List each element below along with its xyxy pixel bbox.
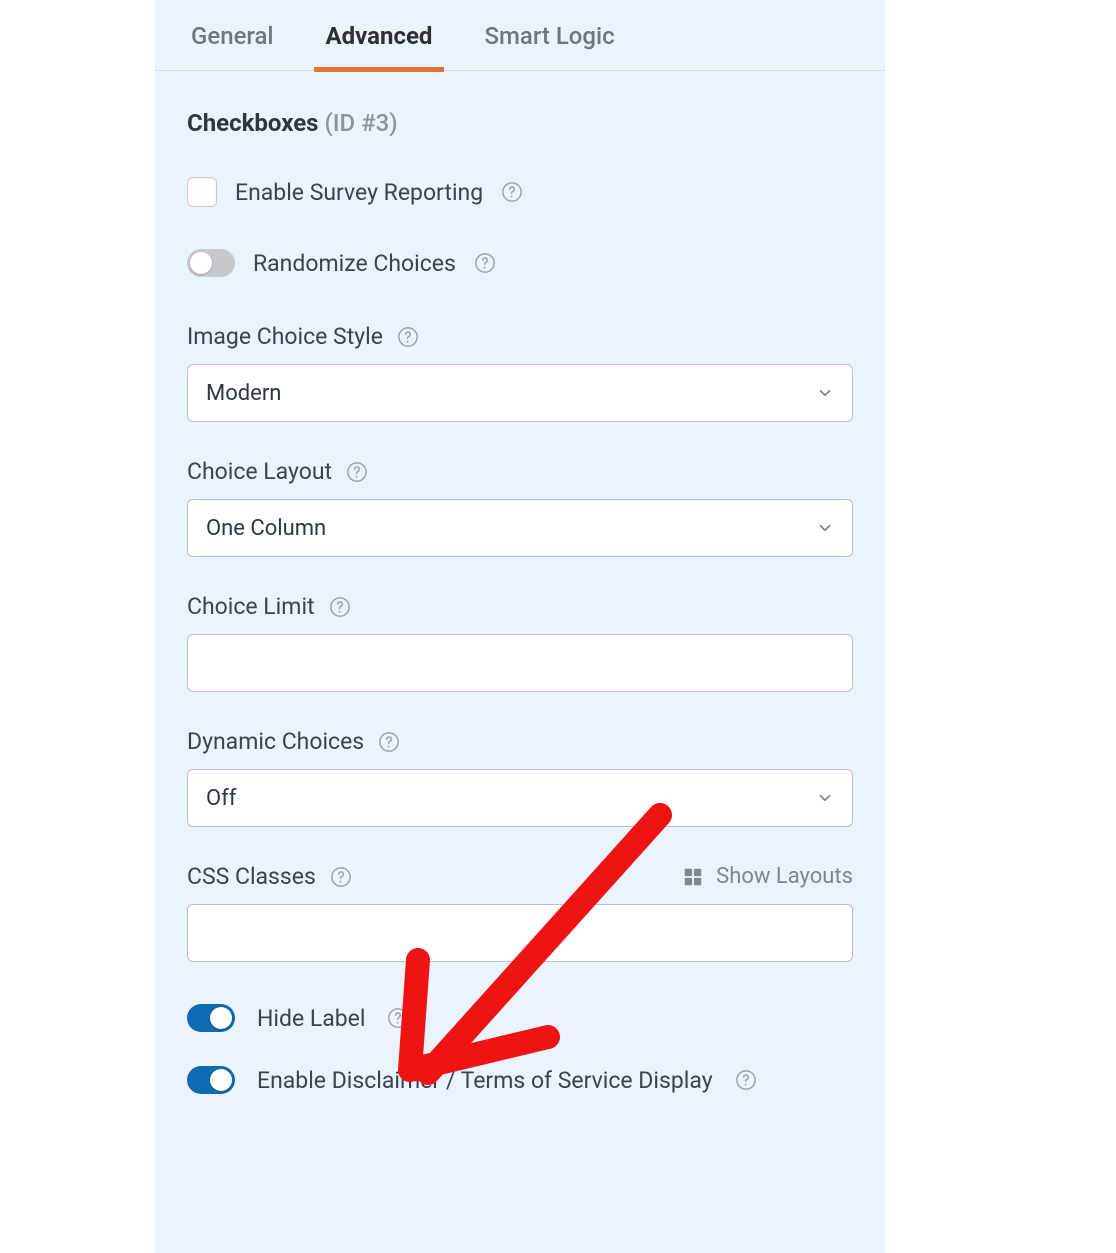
- tabs: General Advanced Smart Logic: [155, 0, 885, 71]
- tab-content: Checkboxes (ID #3) Enable Survey Reporti…: [155, 71, 885, 1168]
- question-circle-icon[interactable]: [397, 326, 419, 348]
- choice-limit-label: Choice Limit: [187, 593, 315, 620]
- image-choice-style-value: Modern: [206, 381, 281, 406]
- chevron-down-icon: [816, 519, 834, 537]
- image-choice-style-select[interactable]: Modern: [187, 364, 853, 422]
- tab-smart-logic[interactable]: Smart Logic: [480, 0, 618, 70]
- enable-survey-reporting-label: Enable Survey Reporting: [235, 179, 483, 206]
- field-id: (ID #3): [324, 109, 397, 137]
- group-image-choice-style: Image Choice Style Modern: [187, 323, 853, 422]
- question-circle-icon[interactable]: [474, 252, 496, 274]
- option-enable-disclaimer: Enable Disclaimer / Terms of Service Dis…: [187, 1066, 853, 1094]
- settings-panel: General Advanced Smart Logic Checkboxes …: [155, 0, 885, 1253]
- question-circle-icon[interactable]: [346, 461, 368, 483]
- field-header: Checkboxes (ID #3): [187, 109, 853, 137]
- group-dynamic-choices: Dynamic Choices Off: [187, 728, 853, 827]
- chevron-down-icon: [816, 384, 834, 402]
- dynamic-choices-value: Off: [206, 786, 236, 811]
- group-css-classes: CSS Classes Show Layouts: [187, 863, 853, 962]
- question-circle-icon[interactable]: [378, 731, 400, 753]
- enable-survey-reporting-checkbox[interactable]: [187, 177, 217, 207]
- enable-disclaimer-toggle[interactable]: [187, 1066, 235, 1094]
- question-circle-icon[interactable]: [501, 181, 523, 203]
- field-type-title: Checkboxes: [187, 109, 319, 137]
- group-choice-limit: Choice Limit: [187, 593, 853, 692]
- enable-disclaimer-label: Enable Disclaimer / Terms of Service Dis…: [257, 1067, 713, 1094]
- question-circle-icon[interactable]: [329, 596, 351, 618]
- image-choice-style-label: Image Choice Style: [187, 323, 383, 350]
- css-classes-input[interactable]: [187, 904, 853, 962]
- question-circle-icon[interactable]: [735, 1069, 757, 1091]
- show-layouts-button[interactable]: Show Layouts: [682, 864, 853, 889]
- grid-icon: [682, 866, 704, 888]
- choice-layout-value: One Column: [206, 516, 326, 541]
- hide-label-toggle[interactable]: [187, 1004, 235, 1032]
- randomize-choices-label: Randomize Choices: [253, 250, 456, 277]
- bottom-toggles: Hide Label Enable Disclaimer / Terms of …: [187, 1004, 853, 1094]
- question-circle-icon[interactable]: [330, 866, 352, 888]
- choice-limit-input[interactable]: [187, 634, 853, 692]
- show-layouts-label: Show Layouts: [716, 864, 853, 889]
- group-choice-layout: Choice Layout One Column: [187, 458, 853, 557]
- dynamic-choices-label: Dynamic Choices: [187, 728, 364, 755]
- choice-layout-select[interactable]: One Column: [187, 499, 853, 557]
- chevron-down-icon: [816, 789, 834, 807]
- tab-general[interactable]: General: [187, 0, 278, 70]
- option-enable-survey-reporting: Enable Survey Reporting: [187, 177, 853, 207]
- choice-layout-label: Choice Layout: [187, 458, 332, 485]
- css-classes-label: CSS Classes: [187, 863, 316, 890]
- tab-advanced[interactable]: Advanced: [322, 0, 437, 70]
- option-hide-label: Hide Label: [187, 1004, 853, 1032]
- hide-label-label: Hide Label: [257, 1005, 365, 1032]
- dynamic-choices-select[interactable]: Off: [187, 769, 853, 827]
- option-randomize-choices: Randomize Choices: [187, 249, 853, 277]
- randomize-choices-toggle[interactable]: [187, 249, 235, 277]
- question-circle-icon[interactable]: [387, 1007, 409, 1029]
